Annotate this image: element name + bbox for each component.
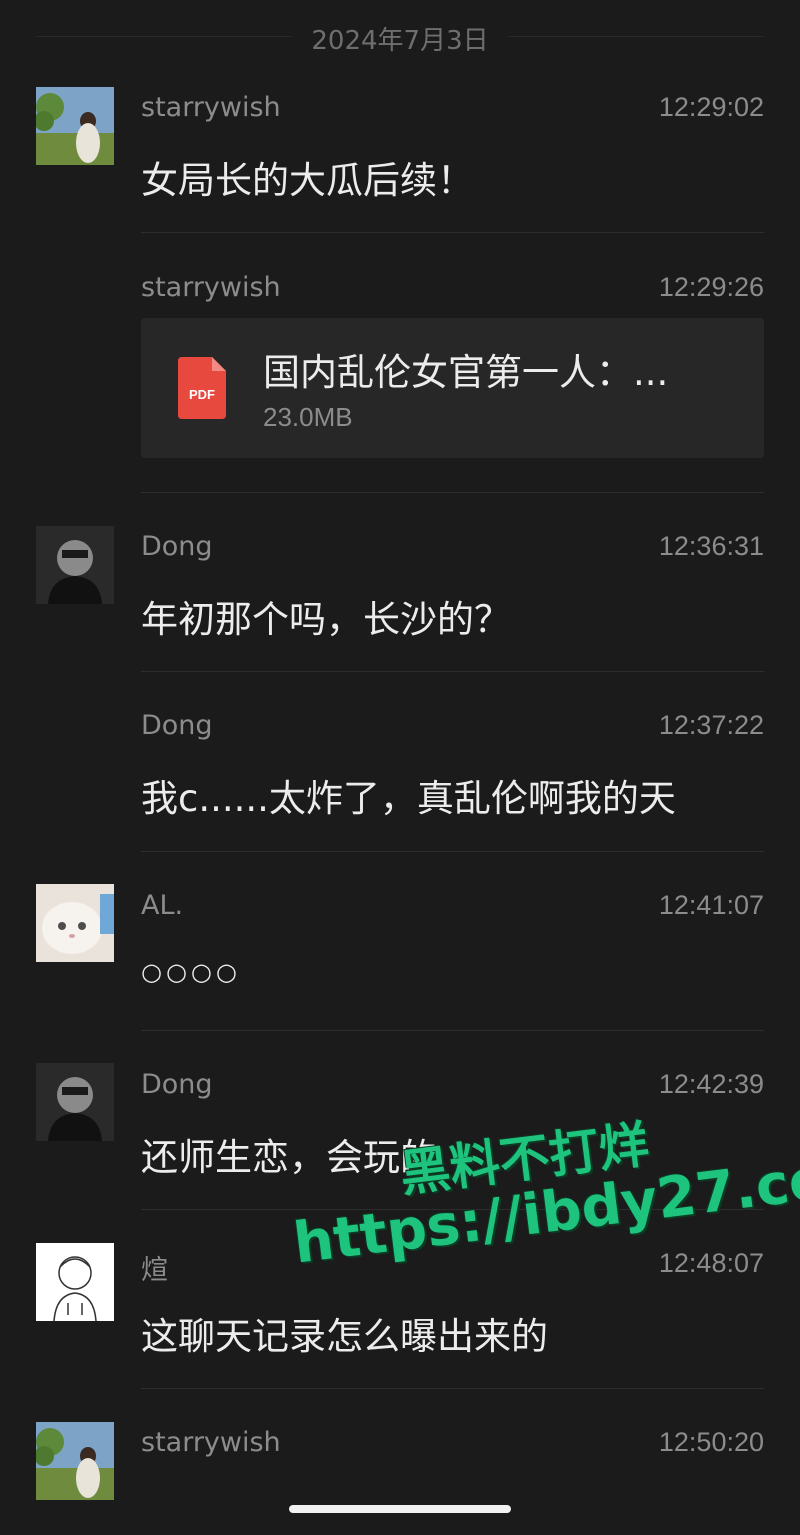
timestamp: 12:29:26 <box>658 272 764 302</box>
sender-name: AL. <box>141 890 184 921</box>
date-label: 2024年7月3日 <box>311 26 489 56</box>
sender-name: Dong <box>141 710 213 741</box>
timestamp: 12:37:22 <box>658 710 764 740</box>
watermark: 黑料不打烊 https://ibdy27.com <box>270 1067 800 1319</box>
sender-name: Dong <box>141 531 213 562</box>
avatar[interactable] <box>36 1243 114 1321</box>
sender-name: starrywish <box>141 92 281 123</box>
timestamp: 12:41:07 <box>658 890 764 920</box>
message-divider <box>141 1388 764 1389</box>
message-text: 女局长的大瓜后续！ <box>141 159 474 202</box>
message-divider <box>141 1209 764 1210</box>
avatar[interactable] <box>36 526 114 604</box>
message-divider <box>141 851 764 852</box>
sender-name: starrywish <box>141 1427 281 1458</box>
avatar[interactable] <box>36 1422 114 1500</box>
sender-name: starrywish <box>141 272 281 303</box>
home-indicator[interactable] <box>289 1505 511 1513</box>
avatar[interactable] <box>36 884 114 962</box>
timestamp: 12:29:02 <box>658 92 764 122</box>
sender-name: Dong <box>141 1069 213 1100</box>
pdf-type-label: PDF <box>189 387 215 402</box>
timestamp: 12:48:07 <box>658 1248 764 1278</box>
message-divider <box>141 1030 764 1031</box>
timestamp: 12:50:20 <box>658 1427 764 1457</box>
pdf-file-icon: PDF <box>178 357 226 419</box>
file-size: 23.0MB <box>263 402 353 432</box>
message-divider <box>141 232 764 233</box>
avatar[interactable] <box>36 87 114 165</box>
timestamp: 12:36:31 <box>658 531 764 561</box>
message-text: 我c......太炸了，真乱伦啊我的天 <box>141 777 676 820</box>
message-divider <box>141 671 764 672</box>
sender-name: 煊 <box>141 1255 168 1286</box>
message-text: 年初那个吗，长沙的？ <box>141 598 511 641</box>
message-text: ○○○○ <box>141 958 241 986</box>
divider-line <box>508 36 764 37</box>
message-text: 还师生恋，会玩的 <box>141 1136 437 1179</box>
message-divider <box>141 492 764 493</box>
file-name: 国内乱伦女官第一人：... <box>263 351 669 394</box>
message-text: 这聊天记录怎么曝出来的 <box>141 1315 548 1358</box>
timestamp: 12:42:39 <box>658 1069 764 1099</box>
avatar[interactable] <box>36 1063 114 1141</box>
date-separator: 2024年7月3日 <box>0 14 800 58</box>
file-attachment-card[interactable]: PDF 国内乱伦女官第一人：... 23.0MB <box>141 318 764 458</box>
